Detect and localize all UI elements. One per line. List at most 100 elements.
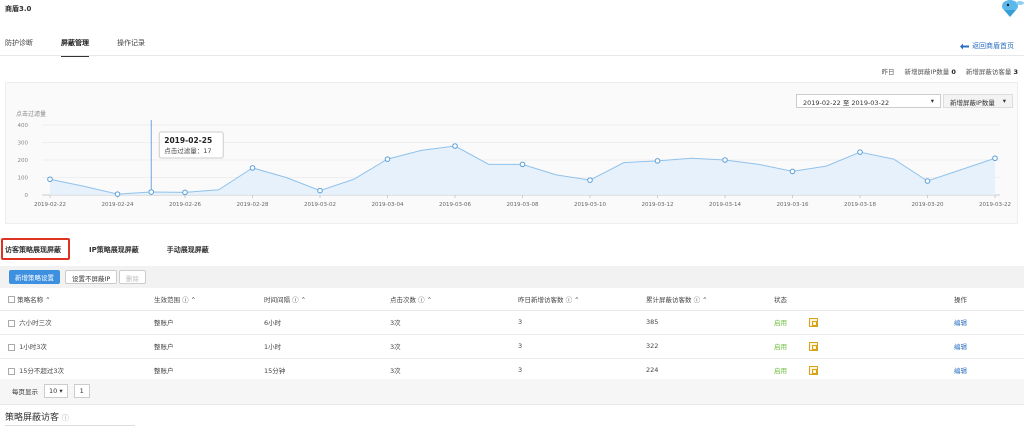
yesterday-label: 昨日: [881, 68, 895, 76]
back-arrow-icon: [960, 43, 969, 49]
per-page-select[interactable]: 10 ▾: [44, 384, 68, 398]
section-divider: [5, 425, 135, 426]
row-interval: 1小时: [260, 334, 386, 359]
edit-link[interactable]: 编辑: [954, 319, 967, 327]
x-tick-label: 2019-03-22: [979, 202, 1011, 208]
row-new: 3: [514, 334, 642, 359]
exclude-ip-button[interactable]: 设置不屏蔽IP: [65, 270, 118, 284]
col-clicks: 点击次数: [390, 295, 416, 304]
data-point: [249, 165, 256, 171]
row-status: 启用: [774, 366, 787, 375]
section-title: 策略屏蔽访客 ⓘ: [5, 413, 69, 423]
data-point: [452, 143, 458, 149]
col-total-blocked: 累计屏蔽访客数: [646, 295, 692, 304]
per-page-label: 每页显示: [12, 388, 38, 396]
y-tick-label: 200: [18, 158, 29, 164]
x-tick-label: 2019-03-06: [439, 202, 471, 208]
data-point: [317, 187, 323, 194]
edit-link[interactable]: 编辑: [954, 343, 967, 351]
y-axis-label: 点击过滤量: [16, 110, 46, 118]
strategy-table: 策略名称 ⌃ 生效范围 ⓘ ⌃ 时间间隔 ⓘ ⌃ 点击次数 ⓘ ⌃ 昨日新增访客…: [0, 288, 1024, 383]
row-checkbox[interactable]: [8, 319, 15, 327]
row-status: 启用: [774, 342, 787, 351]
table-header-row: 策略名称 ⌃ 生效范围 ⓘ ⌃ 时间间隔 ⓘ ⌃ 点击次数 ⓘ ⌃ 昨日新增访客…: [0, 288, 1024, 311]
x-tick-label: 2019-03-04: [372, 202, 404, 208]
tab-divider: [0, 55, 1024, 56]
col-new-visitors: 昨日新增访客数: [518, 295, 564, 304]
x-tick-label: 2019-02-22: [34, 202, 66, 208]
metric-value: 新增屏蔽IP数量: [950, 99, 995, 107]
col-interval: 时间间隔: [264, 295, 290, 304]
row-checkbox[interactable]: [8, 367, 15, 375]
row-checkbox[interactable]: [8, 343, 15, 351]
select-all-checkbox[interactable]: [8, 296, 15, 304]
table-toolbar: [0, 266, 1024, 288]
row-clicks: 3次: [386, 310, 514, 335]
delete-button[interactable]: 删除: [119, 270, 146, 284]
tab-ip-strategy[interactable]: IP策略展现屏蔽: [89, 245, 139, 255]
row-name: 15分不超过3次: [19, 367, 65, 375]
tab-visitor-strategy[interactable]: 访客策略展现屏蔽: [5, 245, 61, 255]
y-tick-label: 300: [18, 141, 29, 147]
data-point: [519, 161, 526, 168]
page-button[interactable]: 1: [73, 384, 90, 398]
new-visitor-label: 新增屏蔽访客量: [965, 68, 1012, 76]
pause-toggle-icon[interactable]: [809, 366, 818, 376]
help-icon: ⓘ: [61, 414, 69, 422]
x-tick-label: 2019-03-20: [912, 202, 944, 208]
data-point: [857, 149, 863, 155]
trend-chart: 点击过滤量 400 300 200 100 0 2019-02-22 2019-02-24 20…: [16, 110, 1011, 208]
new-ip-value: 0: [951, 68, 956, 76]
y-tick-label: 0: [25, 193, 29, 199]
table-row: 1小时3次 整账户 1小时 3次 3 322 启用 编辑: [0, 334, 1024, 359]
tab-manual-block[interactable]: 手动展现屏蔽: [167, 245, 209, 255]
tooltip-value: 点击过滤量：17: [164, 146, 211, 155]
back-to-home-link[interactable]: 返回商盾首页: [960, 41, 1014, 51]
col-scope: 生效范围: [154, 295, 180, 304]
data-point: [654, 158, 661, 164]
back-link-label: 返回商盾首页: [972, 42, 1014, 50]
data-point: [992, 155, 998, 162]
y-tick-label: 100: [18, 176, 29, 182]
chevron-down-icon: ▾: [1002, 97, 1006, 105]
data-point: [722, 157, 728, 163]
row-scope: 整账户: [150, 310, 260, 335]
add-strategy-button[interactable]: 新增策略设置: [9, 270, 60, 284]
chevron-down-icon: ▾: [930, 97, 934, 105]
y-tick-label: 400: [18, 123, 29, 129]
date-range-value: 2019-02-22 至 2019-03-22: [803, 99, 890, 107]
row-status: 启用: [774, 318, 787, 327]
col-actions: 操作: [954, 295, 967, 304]
col-name: 策略名称: [17, 295, 44, 304]
x-tick-label: 2019-03-10: [574, 202, 606, 208]
x-tick-label: 2019-03-18: [844, 202, 876, 208]
data-point: [148, 189, 155, 195]
app-title: 商盾3.0: [5, 5, 32, 13]
row-new: 3: [514, 310, 642, 335]
x-tick-label: 2019-03-14: [709, 202, 741, 208]
row-total: 385: [642, 310, 770, 335]
pause-toggle-icon[interactable]: [809, 342, 818, 352]
row-name: 1小时3次: [19, 343, 47, 351]
x-tick-label: 2019-03-08: [507, 202, 539, 208]
data-point: [789, 168, 796, 175]
data-point: [587, 177, 593, 183]
col-status: 状态: [774, 295, 787, 304]
row-interval: 6小时: [260, 310, 386, 335]
per-page-value: 10: [49, 387, 58, 395]
pause-toggle-icon[interactable]: [809, 318, 818, 328]
new-visitor-value: 3: [1013, 68, 1018, 76]
data-point: [114, 191, 121, 197]
data-point: [47, 176, 53, 183]
row-total: 322: [642, 334, 770, 359]
x-tick-label: 2019-03-12: [642, 202, 674, 208]
data-point: [924, 178, 931, 184]
x-tick-label: 2019-02-28: [237, 202, 269, 208]
row-scope: 整账户: [150, 334, 260, 359]
edit-link[interactable]: 编辑: [954, 367, 967, 375]
table-row: 六小时三次 整账户 6小时 3次 3 385 启用 编辑: [0, 310, 1024, 335]
row-clicks: 3次: [386, 334, 514, 359]
x-tick-label: 2019-02-26: [169, 202, 201, 208]
pager-bar: [0, 379, 1024, 405]
x-tick-label: 2019-03-16: [777, 202, 809, 208]
